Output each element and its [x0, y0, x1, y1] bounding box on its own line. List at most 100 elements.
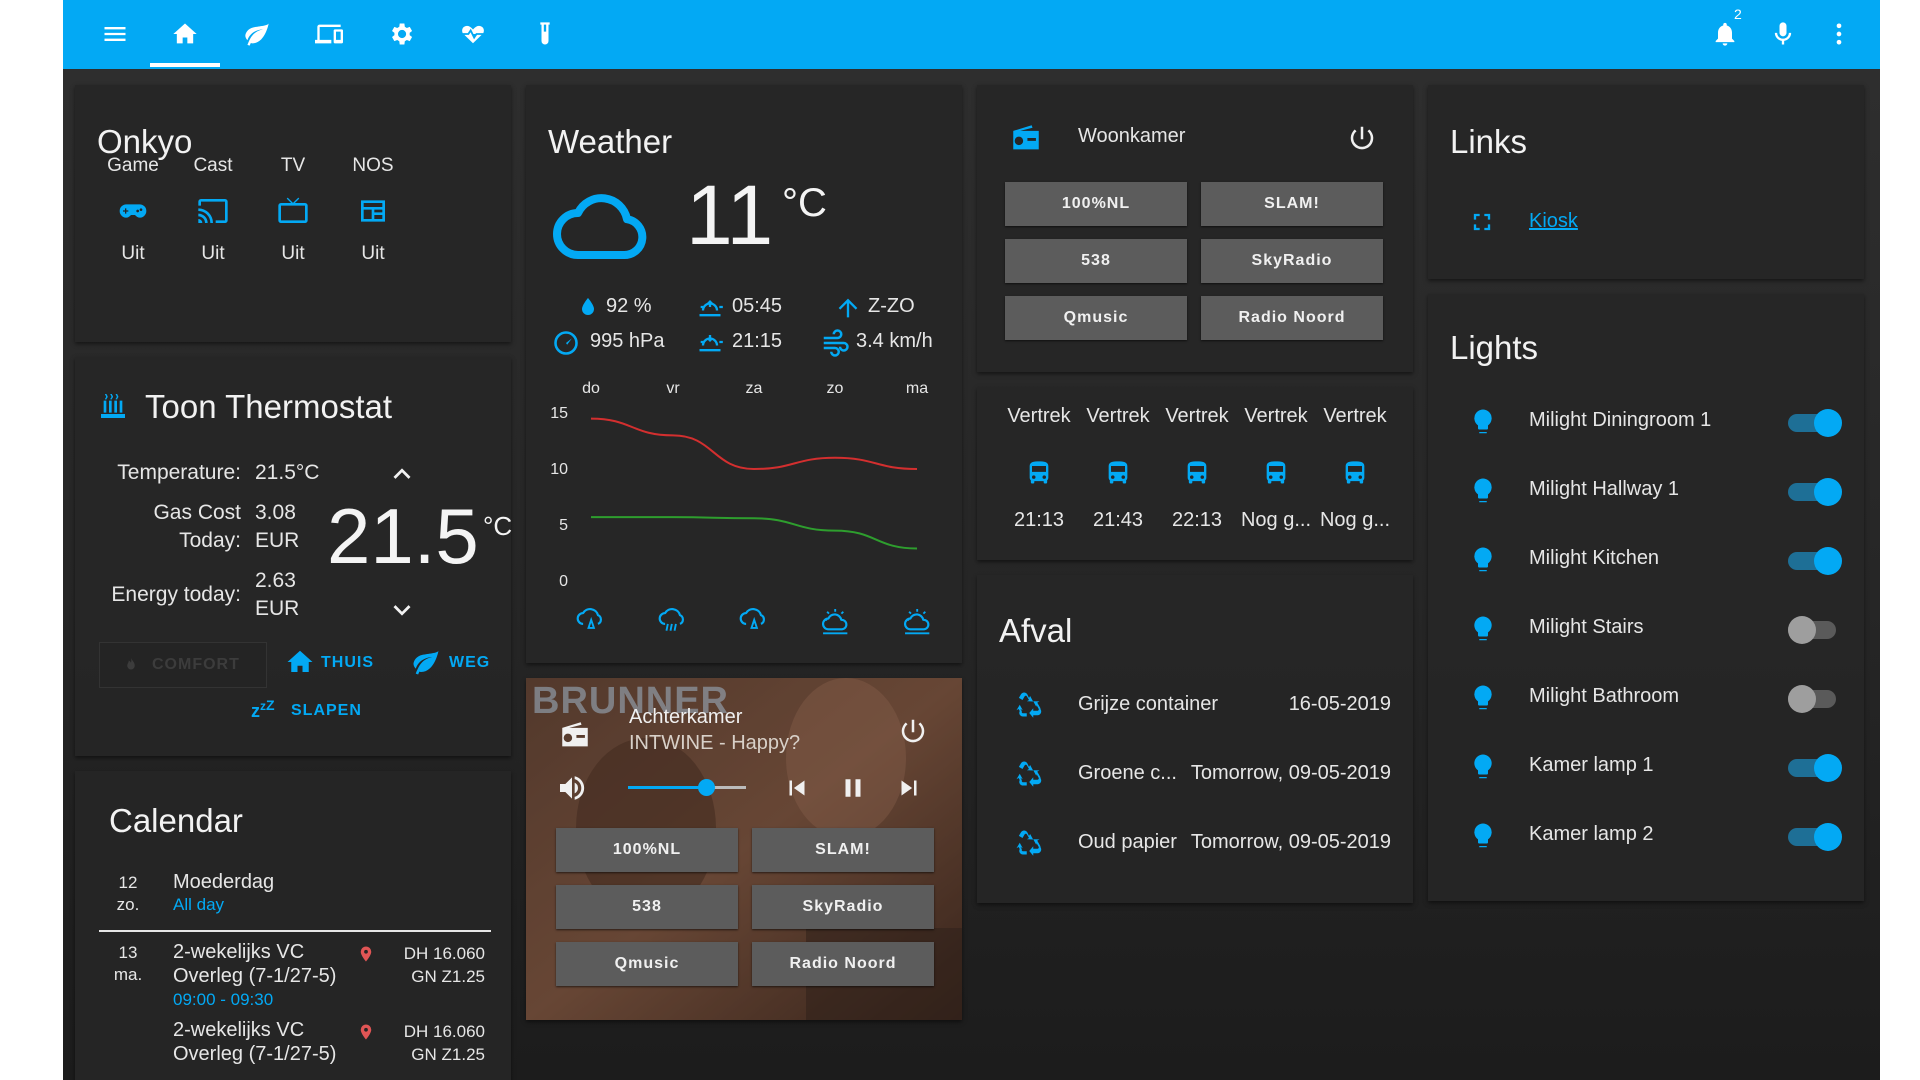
preset-button-100-nl[interactable]: 100%NL [1005, 182, 1187, 226]
waste-item: Oud papier Tomorrow, 09-05-2019 [977, 825, 1413, 865]
weather-card: Weather 11 °C 92 % 995 hPa 05:45 21:15 Z… [526, 85, 962, 663]
lightbulb-icon[interactable] [1468, 752, 1498, 782]
y-tick-label: 10 [550, 461, 568, 478]
energy-today-label: Energy today: [111, 583, 241, 606]
preset-button-qmusic[interactable]: Qmusic [556, 942, 738, 986]
preset-button-100-nl[interactable]: 100%NL [556, 828, 738, 872]
light-name[interactable]: Milight Diningroom 1 [1529, 409, 1711, 432]
setpoint-value: 21.5 [327, 492, 479, 580]
light-toggle[interactable] [1788, 409, 1842, 437]
departure-item[interactable]: Vertrek 22:13 [1157, 405, 1237, 545]
kiosk-link[interactable]: Kiosk [1529, 210, 1578, 233]
lightbulb-icon[interactable] [1468, 683, 1498, 713]
preset-button-538[interactable]: 538 [556, 885, 738, 929]
power-icon[interactable] [1347, 123, 1377, 153]
rain-icon [739, 607, 765, 629]
lightbulb-icon[interactable] [1468, 614, 1498, 644]
light-name[interactable]: Kamer lamp 2 [1529, 823, 1654, 846]
weg-button[interactable]: WEG [411, 647, 501, 677]
wind-icon [823, 329, 849, 357]
light-toggle[interactable] [1788, 478, 1842, 506]
gear-icon[interactable] [381, 14, 421, 54]
light-name[interactable]: Kamer lamp 1 [1529, 754, 1654, 777]
chevron-up-icon[interactable] [385, 457, 419, 491]
light-toggle[interactable] [1788, 547, 1842, 575]
sunrise-icon [699, 300, 723, 317]
radiator-icon [101, 394, 125, 418]
event-title-line2[interactable]: Overleg (7-1/27-5) [173, 1043, 336, 1066]
lightbulb-icon[interactable] [1468, 476, 1498, 506]
departure-label: Vertrek [1323, 405, 1387, 427]
slapen-label: SLAPEN [291, 702, 362, 719]
map-marker-icon [360, 946, 372, 962]
light-toggle[interactable] [1788, 754, 1842, 782]
preset-button-qmusic[interactable]: Qmusic [1005, 296, 1187, 340]
comfort-button[interactable]: COMFORT [99, 642, 267, 688]
devices-icon[interactable] [309, 14, 349, 54]
volume-handle[interactable] [697, 779, 715, 796]
recycle-icon [1016, 830, 1042, 856]
light-name[interactable]: Milight Stairs [1529, 616, 1643, 639]
chevron-down-icon[interactable] [385, 593, 419, 627]
pause-icon[interactable] [838, 773, 868, 803]
toggle-knob [1814, 409, 1842, 437]
slapen-button[interactable]: zzZ SLAPEN [251, 695, 371, 725]
gas-today-label: Today: [179, 529, 241, 552]
light-name[interactable]: Milight Kitchen [1529, 547, 1659, 570]
volume-slider[interactable] [628, 779, 746, 796]
sunset-time: 21:15 [732, 330, 783, 352]
series-line-0 [590, 417, 918, 471]
waste-date: 16-05-2019 [1288, 693, 1391, 715]
toggle-knob [1814, 754, 1842, 782]
departure-item[interactable]: Vertrek 21:43 [1078, 405, 1158, 545]
light-toggle[interactable] [1788, 616, 1840, 644]
lightbulb-icon[interactable] [1468, 407, 1498, 437]
preset-button-radio-noord[interactable]: Radio Noord [752, 942, 934, 986]
light-toggle[interactable] [1788, 685, 1840, 713]
light-name[interactable]: Milight Bathroom [1529, 685, 1679, 708]
lightbulb-icon[interactable] [1468, 545, 1498, 575]
tv-icon [278, 197, 308, 223]
event-title[interactable]: 2-wekelijks VC [173, 1019, 304, 1042]
light-toggle[interactable] [1788, 823, 1842, 851]
leaf-icon[interactable] [237, 14, 277, 54]
light-name[interactable]: Milight Hallway 1 [1529, 478, 1679, 501]
onkyo-source-nos[interactable]: NOS Uit [323, 155, 423, 335]
lightbulb-icon[interactable] [1468, 821, 1498, 851]
departure-item[interactable]: Vertrek Nog g... [1236, 405, 1316, 545]
skip-next-icon[interactable] [894, 773, 924, 803]
preset-button-skyradio[interactable]: SkyRadio [752, 885, 934, 929]
preset-button-slam[interactable]: SLAM! [752, 828, 934, 872]
pouring-icon [658, 607, 684, 631]
arrow-up-icon [838, 298, 858, 318]
bus-icon [1266, 461, 1286, 484]
cloud-icon [553, 194, 647, 260]
departure-item[interactable]: Vertrek 21:13 [999, 405, 1079, 545]
bus-icon [1187, 461, 1207, 484]
volume-icon[interactable] [556, 772, 588, 804]
preset-button-538[interactable]: 538 [1005, 239, 1187, 283]
weg-label: WEG [449, 654, 491, 671]
home-icon[interactable] [165, 14, 205, 54]
preset-button-skyradio[interactable]: SkyRadio [1201, 239, 1383, 283]
light-row: Milight Bathroom [1428, 669, 1864, 725]
energy-today-value: 2.63 [255, 569, 296, 592]
heart-pulse-icon[interactable] [453, 14, 493, 54]
test-tube-icon[interactable] [525, 14, 565, 54]
preset-button-radio-noord[interactable]: Radio Noord [1201, 296, 1383, 340]
power-icon[interactable] [898, 716, 928, 746]
menu-icon[interactable] [95, 14, 135, 54]
afval-card: Afval Grijze container 16-05-2019 Groene c… [977, 575, 1413, 903]
event-title[interactable]: Moederdag [173, 871, 274, 894]
weather-temperature: 11 [686, 168, 774, 262]
event-title[interactable]: 2-wekelijks VC [173, 941, 304, 964]
microphone-icon[interactable] [1763, 14, 1803, 54]
recycle-icon [1016, 692, 1042, 718]
fire-icon [127, 657, 135, 670]
preset-button-slam[interactable]: SLAM! [1201, 182, 1383, 226]
event-title-line2[interactable]: Overleg (7-1/27-5) [173, 965, 336, 988]
skip-previous-icon[interactable] [782, 773, 812, 803]
departure-label: Vertrek [1007, 405, 1071, 427]
more-vertical-icon[interactable] [1819, 14, 1859, 54]
departure-item[interactable]: Vertrek Nog g... [1315, 405, 1395, 545]
